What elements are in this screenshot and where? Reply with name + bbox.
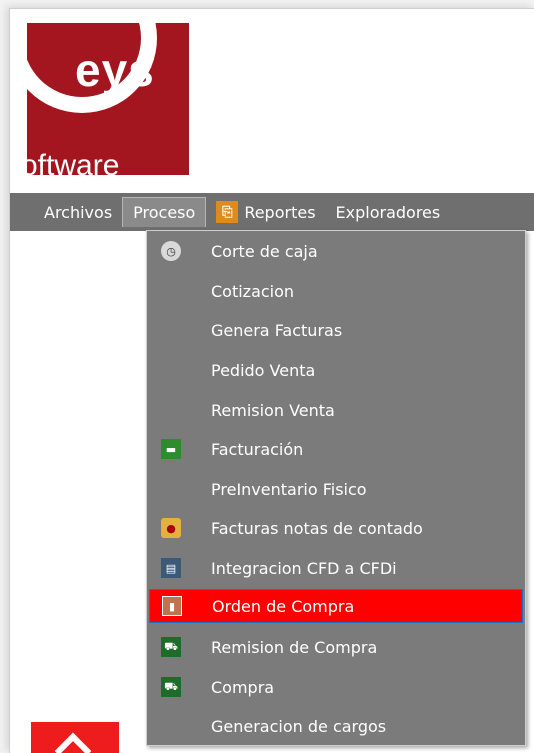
menu-item-label: Facturación — [211, 439, 304, 459]
menu-item-label: Remision de Compra — [211, 637, 378, 657]
menu-archivos[interactable]: Archivos — [34, 197, 122, 227]
menu-item-label: Pedido Venta — [211, 360, 316, 380]
menu-item-label: Orden de Compra — [212, 596, 355, 616]
app-icon-bottom — [31, 722, 119, 753]
menu-archivos-label: Archivos — [44, 202, 113, 222]
menu-proceso[interactable]: Proceso — [122, 197, 207, 227]
up-arrow-icon — [54, 732, 92, 753]
menu-item-label: Generacion de cargos — [211, 716, 387, 736]
menu-item-pedido-venta[interactable]: Pedido Venta — [149, 353, 523, 387]
logo-sub-text: oftware — [27, 149, 130, 175]
menu-item-genera-facturas[interactable]: Genera Facturas — [149, 313, 523, 347]
menu-item-label: Corte de caja — [211, 241, 318, 261]
menu-item-label: Cotizacion — [211, 281, 295, 301]
menu-item-label: Remision Venta — [211, 400, 335, 420]
reportes-icon: ⎘ — [216, 201, 239, 223]
menu-item-label: Facturas notas de contado — [211, 518, 423, 538]
menu-item-corte-de-caja[interactable]: ◷ Corte de caja — [149, 234, 523, 268]
menu-item-facturacion[interactable]: ▬ Facturación — [149, 432, 523, 466]
proceso-dropdown-menu: ◷ Corte de caja Cotizacion Genera Factur… — [146, 230, 526, 746]
menu-item-remision-de-compra[interactable]: ⛟ Remision de Compra — [149, 630, 523, 664]
menu-exploradores[interactable]: Exploradores — [326, 197, 451, 227]
menu-item-label: PreInventario Fisico — [211, 479, 367, 499]
menu-item-generacion-de-cargos[interactable]: Generacion de cargos — [149, 709, 523, 743]
menu-item-label: Integracion CFD a CFDi — [211, 558, 397, 578]
header-area: eys oftware — [10, 9, 534, 185]
menu-item-orden-de-compra[interactable]: ▮ Orden de Compra — [149, 589, 523, 623]
menu-bar: Archivos Proceso ⎘ Reportes Exploradores — [10, 193, 534, 231]
menu-item-remision-venta[interactable]: Remision Venta — [149, 393, 523, 427]
cart-icon: ⛟ — [161, 677, 181, 697]
menu-reportes[interactable]: ⎘ Reportes — [206, 197, 325, 227]
logo-brand-text: eys — [75, 44, 155, 96]
menu-item-label: Compra — [211, 677, 275, 697]
menu-reportes-label: Reportes — [244, 202, 316, 222]
truck-icon: ▬ — [161, 439, 181, 459]
menu-item-label: Genera Facturas — [211, 320, 343, 340]
menu-item-compra[interactable]: ⛟ Compra — [149, 670, 523, 704]
menu-proceso-label: Proceso — [133, 203, 196, 222]
menu-item-integracion-cfd-a-cfdi[interactable]: ▤ Integracion CFD a CFDi — [149, 551, 523, 585]
order-icon: ▮ — [162, 596, 182, 616]
menu-item-preinventario-fisico[interactable]: PreInventario Fisico — [149, 472, 523, 506]
company-logo: eys oftware — [27, 23, 189, 175]
menu-exploradores-label: Exploradores — [335, 202, 441, 222]
clock-calendar-icon: ◷ — [161, 241, 181, 261]
menu-item-cotizacion[interactable]: Cotizacion — [149, 274, 523, 308]
cart-icon: ⛟ — [161, 637, 181, 657]
sticker-icon: ● — [161, 518, 181, 538]
menu-item-facturas-notas-de-contado[interactable]: ● Facturas notas de contado — [149, 511, 523, 545]
document-icon: ▤ — [161, 558, 181, 578]
